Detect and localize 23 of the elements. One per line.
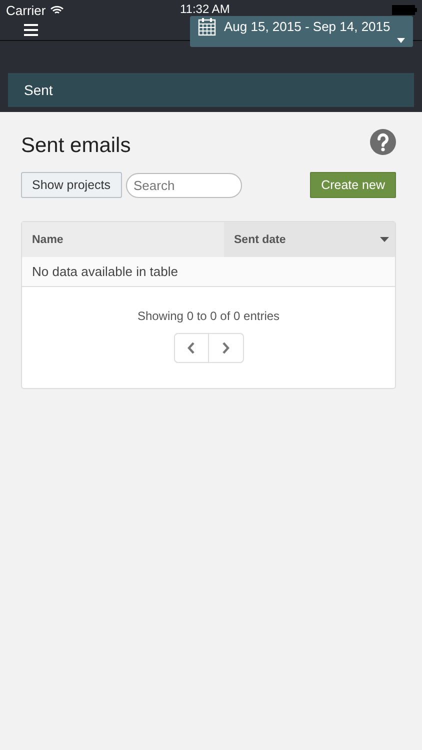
wifi-icon bbox=[50, 5, 64, 15]
search-field[interactable]: Search bbox=[126, 172, 242, 198]
page-title: Sent emails bbox=[21, 134, 131, 158]
show-projects-button[interactable]: Show projects bbox=[21, 172, 122, 198]
help-icon[interactable] bbox=[370, 129, 396, 155]
chevron-left-icon bbox=[187, 342, 195, 354]
chevron-right-icon bbox=[222, 342, 230, 354]
sort-caret-icon bbox=[380, 237, 389, 242]
breadcrumb-bar: Sent bbox=[8, 73, 414, 107]
next-page-button[interactable] bbox=[208, 333, 244, 363]
caret-icon bbox=[397, 38, 405, 43]
menu-icon[interactable] bbox=[24, 24, 38, 36]
carrier-label: Carrier bbox=[6, 2, 46, 18]
clock-time: 11:32 AM bbox=[180, 2, 230, 16]
calendar-icon bbox=[198, 18, 216, 36]
column-header[interactable]: Sent date bbox=[224, 222, 395, 257]
entries-info: Showing 0 to 0 of 0 entries bbox=[137, 309, 280, 323]
previous-page-button[interactable] bbox=[174, 333, 208, 363]
column-header[interactable]: Name bbox=[22, 222, 224, 257]
empty-table-message: No data available in table bbox=[22, 257, 395, 287]
date-range-picker[interactable]: Aug 15, 2015 - Sep 14, 2015 bbox=[190, 16, 413, 47]
battery-icon bbox=[392, 5, 418, 15]
create-new-button[interactable]: Create new bbox=[310, 172, 396, 198]
